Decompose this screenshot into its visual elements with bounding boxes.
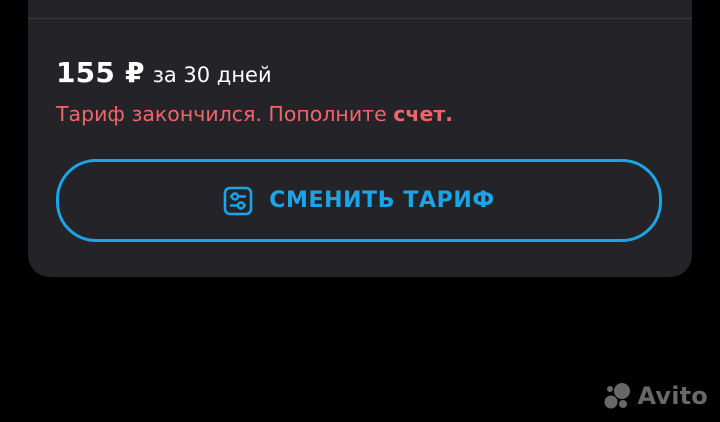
tariff-card: 155 ₽ за 30 дней Тариф закончился. Попол…: [28, 0, 692, 277]
price-row: 155 ₽ за 30 дней: [56, 56, 272, 89]
tariff-status-text: Тариф закончился. Пополните: [56, 102, 387, 126]
change-tariff-label: СМЕНИТЬ ТАРИФ: [269, 188, 495, 213]
avito-wordmark: Avito: [637, 382, 708, 410]
top-up-link[interactable]: счет.: [393, 102, 453, 126]
tariff-period: за 30 дней: [152, 63, 272, 87]
tariff-status: Тариф закончился. Пополните счет.: [56, 102, 453, 126]
settings-sliders-icon: [223, 186, 253, 216]
change-tariff-button[interactable]: СМЕНИТЬ ТАРИФ: [56, 159, 662, 242]
avito-watermark: Avito: [602, 381, 708, 411]
avito-logo-icon: [602, 381, 632, 411]
card-divider: [28, 18, 692, 19]
tariff-price: 155 ₽: [56, 56, 145, 89]
